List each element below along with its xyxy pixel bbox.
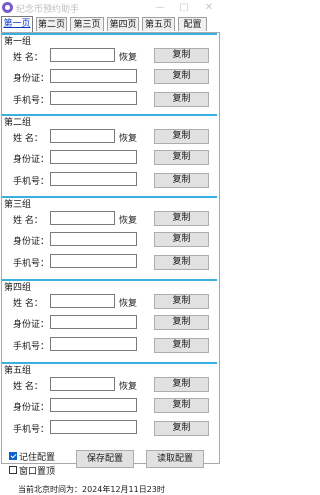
name-label: 姓 名： (13, 53, 43, 63)
window-topmost-checkbox[interactable] (9, 466, 17, 474)
minimize-icon[interactable]: — (148, 0, 172, 16)
name-input[interactable] (50, 129, 115, 143)
group-title: 第一组 (4, 37, 32, 47)
phone-label: 手机号： (13, 425, 50, 435)
copy-id-button[interactable]: 复制 (154, 315, 209, 330)
copy-id-button[interactable]: 复制 (154, 69, 209, 84)
name-input[interactable] (50, 294, 115, 308)
tab-page-2[interactable]: 第二页 (36, 17, 67, 31)
id-card-label: 身份证： (13, 320, 50, 330)
id-card-input[interactable] (50, 150, 137, 164)
phone-label: 手机号： (13, 177, 50, 187)
tab-page-3[interactable]: 第三页 (70, 17, 104, 31)
tab-page-5[interactable]: 第五页 (142, 17, 175, 31)
id-card-label: 身份证： (13, 237, 50, 247)
remember-config-checkbox[interactable] (9, 452, 17, 460)
copy-name-button[interactable]: 复制 (154, 377, 209, 392)
tab-config[interactable]: 配置 (178, 17, 207, 31)
maximize-icon[interactable]: □ (172, 0, 196, 16)
save-config-button[interactable]: 保存配置 (76, 450, 134, 468)
group-title: 第二组 (4, 118, 32, 128)
id-card-input[interactable] (50, 69, 137, 83)
copy-phone-button[interactable]: 复制 (154, 338, 209, 353)
copy-name-button[interactable]: 复制 (154, 211, 209, 226)
app-icon (2, 2, 13, 13)
name-input[interactable] (50, 211, 115, 225)
phone-input[interactable] (50, 420, 137, 434)
group-divider (2, 279, 217, 281)
window-topmost-label[interactable]: 窗口置顶 (19, 464, 55, 477)
group-4: 第四组 姓 名： 恢复 复制 身份证： 复制 手机号： 复制 (2, 279, 219, 357)
phone-label: 手机号： (13, 96, 50, 106)
restore-button[interactable]: 恢复 (119, 50, 137, 63)
copy-phone-button[interactable]: 复制 (154, 255, 209, 270)
title-bar: 纪念币预约助手 — □ ✕ (0, 0, 222, 16)
phone-input[interactable] (50, 254, 137, 268)
restore-button[interactable]: 恢复 (119, 213, 137, 226)
group-1: 第一组 姓 名： 恢复 复制 身份证： 复制 手机号： 复制 (2, 33, 219, 111)
restore-button[interactable]: 恢复 (119, 131, 137, 144)
tab-bar: 第一页 第二页 第三页 第四页 第五页 配置 (0, 16, 222, 33)
phone-input[interactable] (50, 91, 137, 105)
restore-button[interactable]: 恢复 (119, 296, 137, 309)
copy-id-button[interactable]: 复制 (154, 150, 209, 165)
tab-page-4[interactable]: 第四页 (107, 17, 139, 31)
copy-phone-button[interactable]: 复制 (154, 92, 209, 107)
copy-name-button[interactable]: 复制 (154, 294, 209, 309)
window-title: 纪念币预约助手 (16, 5, 80, 15)
group-5: 第五组 姓 名： 恢复 复制 身份证： 复制 手机号： 复制 (2, 362, 219, 440)
id-card-label: 身份证： (13, 403, 50, 413)
name-label: 姓 名： (13, 216, 43, 226)
copy-id-button[interactable]: 复制 (154, 232, 209, 247)
group-divider (2, 33, 217, 35)
id-card-input[interactable] (50, 232, 137, 246)
id-card-label: 身份证： (13, 74, 50, 84)
name-label: 姓 名： (13, 299, 43, 309)
copy-phone-button[interactable]: 复制 (154, 421, 209, 436)
name-label: 姓 名： (13, 134, 43, 144)
phone-input[interactable] (50, 172, 137, 186)
copy-id-button[interactable]: 复制 (154, 398, 209, 413)
group-2: 第二组 姓 名： 恢复 复制 身份证： 复制 手机号： 复制 (2, 114, 219, 192)
group-title: 第三组 (4, 200, 32, 210)
id-card-input[interactable] (50, 398, 137, 412)
group-divider (2, 114, 217, 116)
phone-label: 手机号： (13, 259, 50, 269)
name-label: 姓 名： (13, 382, 43, 392)
status-time-text: 当前北京时间为：2024年12月11日23时 (18, 485, 165, 494)
group-title: 第四组 (4, 283, 32, 293)
id-card-input[interactable] (50, 315, 137, 329)
group-divider (2, 196, 217, 198)
copy-name-button[interactable]: 复制 (154, 48, 209, 63)
group-title: 第五组 (4, 366, 32, 376)
close-icon[interactable]: ✕ (197, 0, 221, 16)
phone-input[interactable] (50, 337, 137, 351)
copy-phone-button[interactable]: 复制 (154, 173, 209, 188)
name-input[interactable] (50, 377, 115, 391)
load-config-button[interactable]: 读取配置 (146, 450, 204, 468)
copy-name-button[interactable]: 复制 (154, 129, 209, 144)
name-input[interactable] (50, 48, 115, 62)
restore-button[interactable]: 恢复 (119, 379, 137, 392)
group-3: 第三组 姓 名： 恢复 复制 身份证： 复制 手机号： 复制 (2, 196, 219, 274)
remember-config-label[interactable]: 记住配置 (19, 450, 55, 463)
tab-page-1[interactable]: 第一页 (1, 16, 33, 33)
group-divider (2, 362, 217, 364)
phone-label: 手机号： (13, 342, 50, 352)
id-card-label: 身份证： (13, 155, 50, 165)
